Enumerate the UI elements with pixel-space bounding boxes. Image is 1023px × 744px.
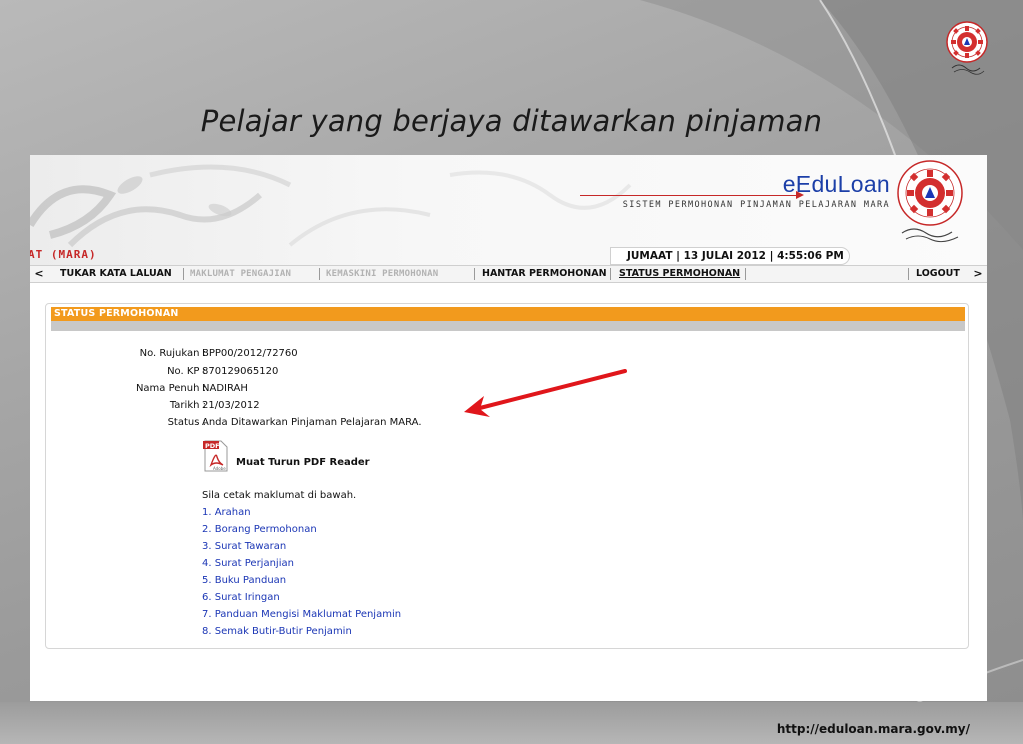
- print-instruction: Sila cetak maklumat di bawah.: [202, 490, 357, 501]
- download-pdf-reader-link[interactable]: Muat Turun PDF Reader: [236, 457, 370, 468]
- nav-separator: [474, 268, 475, 280]
- doc-link-surat-perjanjian[interactable]: 4. Surat Perjanjian: [202, 558, 294, 569]
- nav-separator: [745, 268, 746, 280]
- organization-text: AT (MARA): [30, 248, 97, 261]
- brand-subtitle: SISTEM PERMOHONAN PINJAMAN PELAJARAN MAR…: [622, 200, 890, 210]
- field-value-tarikh: 21/03/2012: [202, 400, 260, 411]
- mara-seal-logo: [897, 160, 963, 243]
- nav-next-arrow-icon[interactable]: >: [971, 266, 985, 282]
- doc-link-arahan[interactable]: 1. Arahan: [202, 507, 251, 518]
- field-value-no-rujukan: BPP00/2012/72760: [202, 348, 298, 359]
- brand-arrow-icon: [796, 191, 804, 199]
- nav-prev-arrow-icon[interactable]: <: [32, 266, 46, 282]
- field-value-no-kp: 870129065120: [202, 366, 279, 377]
- nav-item-maklumat-pengajian: MAKLUMAT PENGAJIAN: [190, 269, 292, 279]
- main-navigation: < TUKAR KATA LALUAN MAKLUMAT PENGAJIAN K…: [30, 265, 987, 283]
- nav-separator: [610, 268, 611, 280]
- nav-separator: [183, 268, 184, 280]
- doc-link-borang-permohonan[interactable]: 2. Borang Permohonan: [202, 524, 317, 535]
- brand-line: [580, 195, 800, 196]
- slide-title: Pelajar yang berjaya ditawarkan pinjaman: [200, 104, 823, 138]
- brand-block: eEduLoan SISTEM PERMOHONAN PINJAMAN PELA…: [580, 171, 890, 210]
- annotation-arrow-icon: [464, 369, 627, 417]
- field-value-status: Anda Ditawarkan Pinjaman Pelajaran MARA.: [202, 417, 422, 428]
- pdf-reader-icon[interactable]: PDF Adobe: [203, 439, 229, 473]
- pdf-icon-label: PDF: [205, 442, 220, 450]
- nav-item-status-permohonan[interactable]: STATUS PERMOHONAN: [619, 266, 740, 282]
- nav-separator: [319, 268, 320, 280]
- header-banner: eEduLoan SISTEM PERMOHONAN PINJAMAN PELA…: [30, 155, 987, 265]
- pdf-icon-sublabel: Adobe: [213, 466, 226, 471]
- field-label-tarikh: Tarikh :: [169, 400, 206, 411]
- field-label-no-kp: No. KP :: [167, 366, 206, 377]
- field-label-status: Status :: [167, 417, 206, 428]
- nav-separator: [908, 268, 909, 280]
- nav-item-kemaskini-permohonan: KEMASKINI PERMOHONAN: [326, 269, 439, 279]
- field-label-no-rujukan: No. Rujukan :: [139, 348, 206, 359]
- eeduloan-screenshot: eEduLoan SISTEM PERMOHONAN PINJAMAN PELA…: [30, 155, 987, 701]
- doc-link-surat-tawaran[interactable]: 3. Surat Tawaran: [202, 541, 286, 552]
- datetime-display: JUMAAT | 13 JULAI 2012 | 4:55:06 PM: [610, 247, 850, 265]
- date-bar: AT (MARA) JUMAAT | 13 JULAI 2012 | 4:55:…: [30, 247, 987, 265]
- nav-item-tukar-kata-laluan[interactable]: TUKAR KATA LALUAN: [60, 266, 172, 282]
- field-label-nama-penuh: Nama Penuh :: [135, 383, 206, 394]
- doc-link-semak-penjamin[interactable]: 8. Semak Butir-Butir Penjamin: [202, 626, 352, 637]
- field-value-nama-penuh: NADIRAH: [202, 383, 248, 394]
- logout-button[interactable]: LOGOUT: [916, 266, 960, 282]
- panel-header-strip: [51, 321, 965, 331]
- brand-name: eEduLoan: [782, 171, 890, 197]
- doc-link-surat-iringan[interactable]: 6. Surat Iringan: [202, 592, 280, 603]
- doc-link-panduan-penjamin[interactable]: 7. Panduan Mengisi Maklumat Penjamin: [202, 609, 401, 620]
- nav-item-hantar-permohonan[interactable]: HANTAR PERMOHONAN: [482, 266, 607, 282]
- panel-title: STATUS PERMOHONAN: [51, 307, 965, 321]
- footer-url[interactable]: http://eduloan.mara.gov.my/: [777, 722, 970, 736]
- status-panel: STATUS PERMOHONAN No. Rujukan : BPP00/20…: [45, 303, 969, 649]
- mara-logo: [946, 21, 988, 75]
- doc-link-buku-panduan[interactable]: 5. Buku Panduan: [202, 575, 286, 586]
